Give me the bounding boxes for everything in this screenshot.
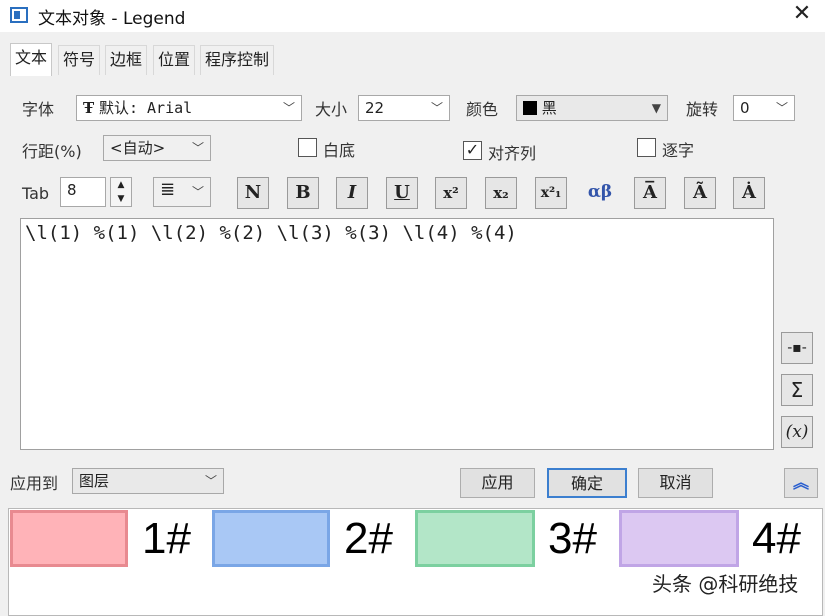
dot-accent-button[interactable]: Ȧ (733, 177, 765, 209)
rotate-select[interactable]: 0 ﹀ (733, 95, 795, 121)
bold-button[interactable]: B (287, 177, 319, 209)
window-title: 文本对象 - Legend (38, 9, 186, 29)
line-symbol-icon: -▪- (787, 340, 807, 356)
tab-text[interactable]: 文本 (10, 43, 53, 76)
apply-to-label: 应用到 (10, 474, 59, 493)
legend-label-3: 3# (548, 514, 597, 563)
chevron-down-icon: ﹀ (282, 101, 295, 115)
double-chevron-up-icon: ︽ (792, 473, 809, 492)
per-char-label: 逐字 (662, 141, 695, 160)
chevron-down-icon: ﹀ (430, 101, 443, 115)
subscript-button[interactable]: x₂ (485, 177, 517, 209)
per-char-checkbox[interactable] (637, 138, 656, 157)
tab-border[interactable]: 边框 (105, 45, 148, 75)
greek-button[interactable]: αβ (584, 177, 616, 209)
legend-swatch-3 (415, 510, 535, 567)
legend-swatch-1 (10, 510, 128, 567)
ok-button[interactable]: 确定 (547, 468, 627, 498)
line-spacing-select[interactable]: <自动> ﹀ (103, 135, 211, 161)
caret-down-icon: ▼ (651, 101, 661, 115)
tab-position[interactable]: 位置 (153, 45, 196, 75)
tab-size-label: Tab (22, 184, 50, 203)
font-type-icon: Ŧ (83, 99, 95, 117)
color-select[interactable]: 黑 ▼ (516, 95, 668, 121)
size-value: 22 (365, 99, 385, 117)
legend-label-1: 1# (142, 514, 191, 563)
cancel-button[interactable]: 取消 (638, 468, 713, 498)
legend-swatch-2 (212, 510, 330, 567)
tilde-button[interactable]: Ã (684, 177, 716, 209)
white-bg-checkbox[interactable] (298, 138, 317, 157)
sigma-icon: Σ (790, 378, 804, 402)
size-label: 大小 (315, 100, 348, 119)
super-sub-button[interactable]: x²₁ (535, 177, 567, 209)
collapse-button[interactable]: ︽ (784, 468, 818, 498)
legend-label-4: 4# (752, 514, 801, 563)
align-columns-label: 对齐列 (488, 144, 537, 163)
font-value: 默认: Arial (98, 99, 193, 117)
tab-size-input[interactable]: 8 (60, 177, 106, 207)
apply-to-select[interactable]: 图层 ﹀ (72, 468, 224, 494)
underline-button[interactable]: U (386, 177, 418, 209)
apply-to-value: 图层 (79, 472, 110, 490)
rotate-value: 0 (740, 99, 750, 117)
normal-button[interactable]: N (237, 177, 269, 209)
line-spacing-label: 行距(%) (22, 142, 82, 161)
tab-size-value: 8 (67, 181, 77, 199)
apply-button[interactable]: 应用 (460, 468, 535, 498)
size-select[interactable]: 22 ﹀ (358, 95, 450, 121)
tab-size-spinner[interactable]: ▲ ▼ (110, 177, 132, 207)
overline-button[interactable]: A̅ (634, 177, 666, 209)
align-columns-checkbox[interactable]: ✓ (463, 141, 482, 160)
legend-label-2: 2# (344, 514, 393, 563)
color-value: 黑 (541, 99, 557, 117)
tab-programming[interactable]: 程序控制 (200, 45, 275, 75)
close-button[interactable]: ✕ (779, 0, 825, 30)
variable-button[interactable]: (x) (781, 416, 813, 448)
rotate-label: 旋转 (686, 100, 719, 119)
color-label: 颜色 (466, 100, 499, 119)
line-spacing-value: <自动> (110, 139, 166, 157)
white-bg-label: 白底 (323, 141, 356, 160)
align-left-icon: ≣ (160, 179, 176, 200)
chevron-down-icon: ﹀ (204, 474, 217, 488)
watermark-text: 头条 @科研绝技 (652, 572, 799, 596)
chevron-down-icon: ﹀ (191, 141, 204, 155)
superscript-button[interactable]: x² (435, 177, 467, 209)
app-icon (10, 7, 28, 23)
tab-symbol[interactable]: 符号 (58, 45, 101, 75)
chevron-down-icon: ﹀ (775, 101, 788, 115)
legend-swatch-4 (619, 510, 739, 567)
function-icon: (x) (785, 422, 809, 442)
font-select[interactable]: Ŧ 默认: Arial ﹀ (76, 95, 302, 121)
legend-text-editor[interactable]: \l(1) %(1) \l(2) %(2) \l(3) %(3) \l(4) %… (20, 218, 774, 450)
color-swatch (523, 101, 537, 115)
insert-symbol-button[interactable]: -▪- (781, 332, 813, 364)
spin-up-icon[interactable]: ▲ (111, 178, 131, 192)
align-select[interactable]: ≣ ﹀ (153, 177, 211, 207)
spin-down-icon[interactable]: ▼ (111, 192, 131, 206)
font-label: 字体 (22, 100, 55, 119)
italic-button[interactable]: I (336, 177, 368, 209)
chevron-down-icon: ﹀ (191, 185, 204, 199)
check-icon: ✓ (465, 140, 480, 159)
sigma-button[interactable]: Σ (781, 374, 813, 406)
